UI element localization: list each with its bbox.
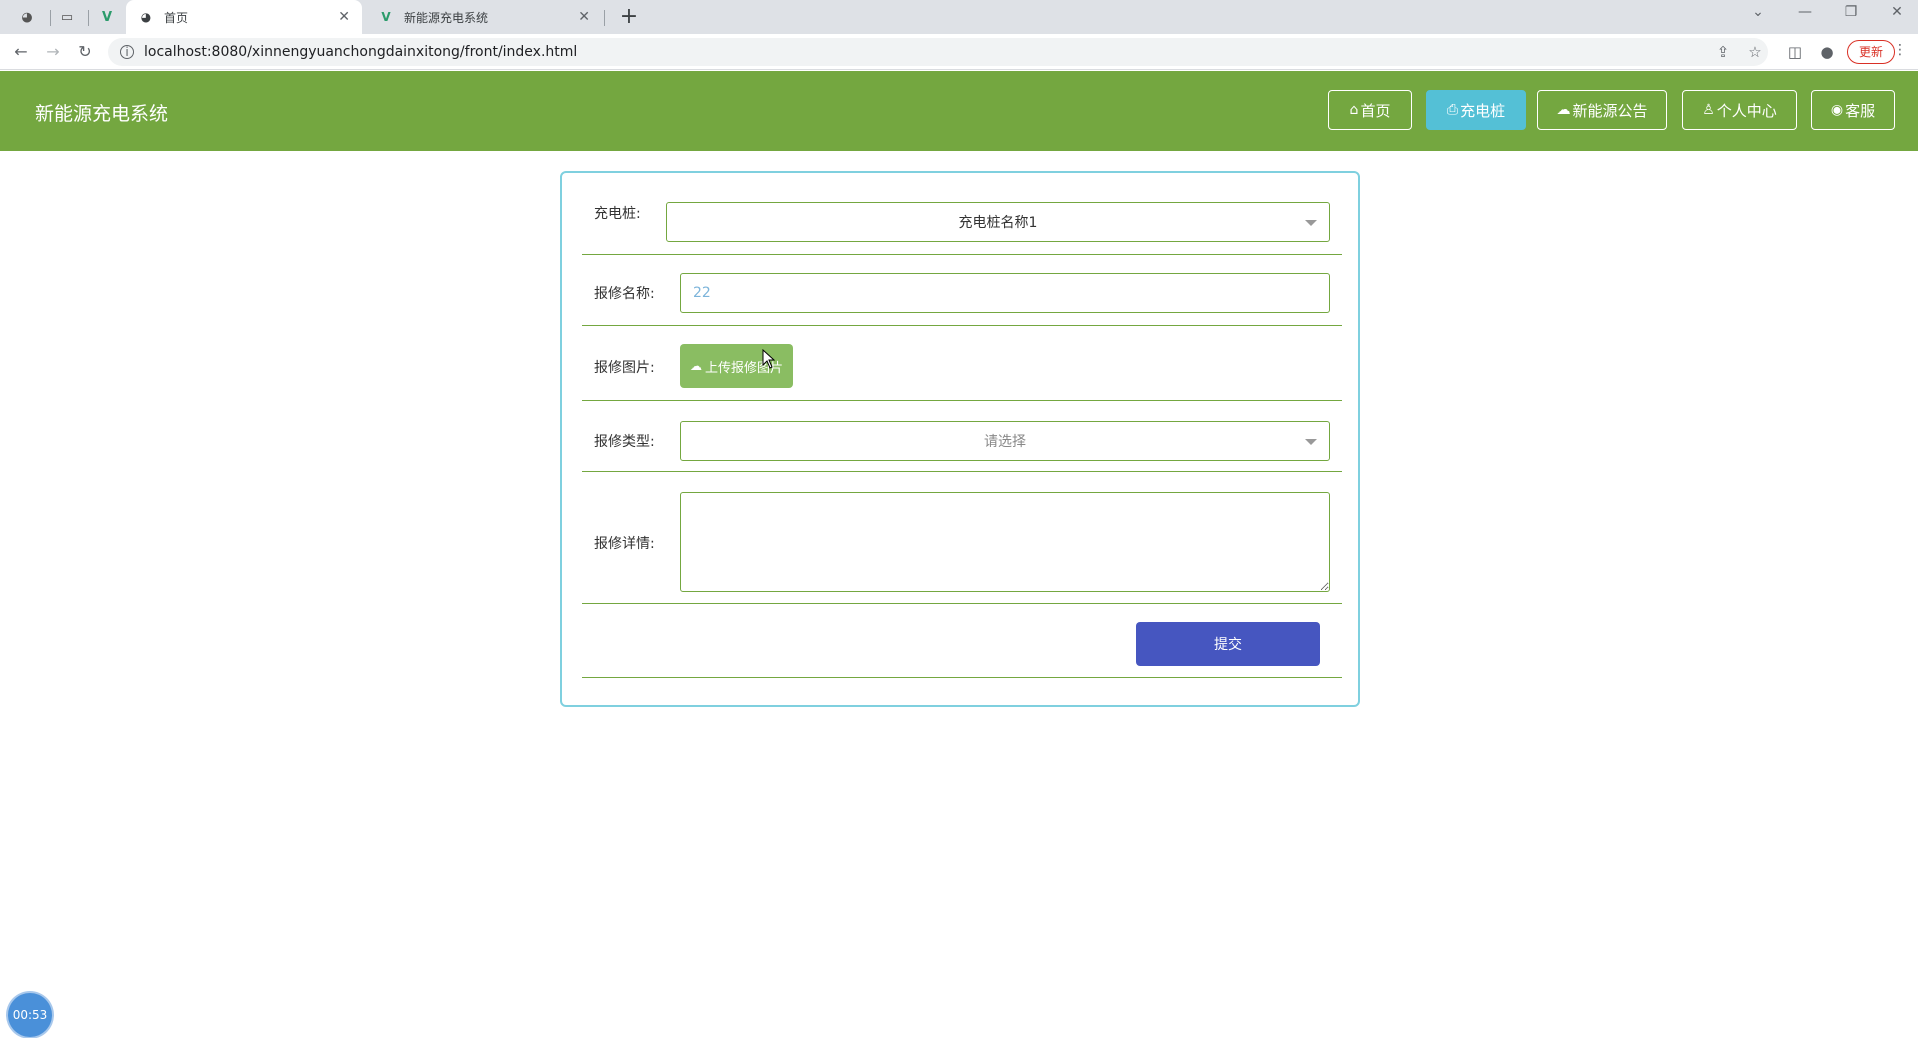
address-bar[interactable]: i localhost:8080/xinnengyuanchongdainxit… bbox=[108, 38, 1768, 66]
nav-label: 个人中心 bbox=[1716, 101, 1777, 120]
printer-icon: ⎙ bbox=[1446, 102, 1459, 118]
tab-separator bbox=[604, 10, 605, 26]
back-arrow-icon[interactable]: ← bbox=[10, 42, 32, 62]
station-label: 充电桩: bbox=[594, 206, 641, 222]
nav-charging-pile-button[interactable]: ⎙ 充电桩 bbox=[1426, 90, 1526, 130]
globe-icon: ◕ bbox=[140, 10, 152, 24]
tab-charging-system[interactable]: V 新能源充电系统 ✕ bbox=[366, 0, 602, 34]
submit-button[interactable]: 提交 bbox=[1136, 622, 1320, 666]
url-text: localhost:8080/xinnengyuanchongdainxiton… bbox=[144, 44, 578, 60]
reload-icon[interactable]: ↻ bbox=[74, 42, 96, 62]
form-row-name: 报修名称: bbox=[582, 255, 1342, 326]
tab-separator bbox=[50, 10, 51, 26]
repair-form-card: 充电桩: 充电桩名称1 报修名称: 报修图片: ☁ 上传报修图片 报修类型: 请… bbox=[560, 171, 1360, 707]
recording-timer[interactable]: 00:53 bbox=[8, 993, 52, 1037]
nav-announcement-button[interactable]: ☁ 新能源公告 bbox=[1537, 90, 1667, 130]
repair-image-label: 报修图片: bbox=[594, 360, 655, 376]
repair-detail-label: 报修详情: bbox=[594, 536, 655, 552]
update-button[interactable]: 更新 bbox=[1847, 40, 1895, 64]
user-icon: ♙ bbox=[1702, 102, 1715, 118]
info-icon[interactable]: i bbox=[120, 45, 134, 59]
nav-label: 客服 bbox=[1845, 101, 1876, 120]
app-title: 新能源充电系统 bbox=[35, 103, 169, 125]
browser-tab-bar: ◕ ▭ V ◕ 首页 ✕ V 新能源充电系统 ✕ + ⌄ — ❐ ✕ bbox=[0, 0, 1918, 34]
star-icon[interactable]: ☆ bbox=[1744, 42, 1766, 62]
menu-dots-icon[interactable]: ⋮ bbox=[1893, 42, 1907, 58]
new-tab-plus-icon[interactable]: + bbox=[616, 4, 642, 30]
station-select[interactable]: 充电桩名称1 bbox=[666, 202, 1330, 242]
nav-label: 首页 bbox=[1360, 101, 1391, 120]
window-close-icon[interactable]: ✕ bbox=[1882, 4, 1912, 20]
form-row-type: 报修类型: 请选择 bbox=[582, 401, 1342, 472]
nav-label: 充电桩 bbox=[1460, 101, 1506, 120]
tab-search-chevron-icon[interactable]: ⌄ bbox=[1743, 4, 1773, 20]
repair-type-label: 报修类型: bbox=[594, 434, 655, 450]
pinned-tab-page-icon[interactable]: ▭ bbox=[56, 7, 78, 27]
forward-arrow-icon[interactable]: → bbox=[42, 42, 64, 62]
repair-detail-textarea[interactable] bbox=[680, 492, 1330, 592]
tab-home[interactable]: ◕ 首页 ✕ bbox=[126, 0, 362, 34]
repair-name-input[interactable] bbox=[680, 273, 1330, 313]
share-icon[interactable]: ⇪ bbox=[1712, 42, 1734, 62]
profile-icon[interactable]: ● bbox=[1816, 42, 1838, 62]
minimize-icon[interactable]: — bbox=[1790, 4, 1820, 20]
repair-type-select[interactable]: 请选择 bbox=[680, 421, 1330, 461]
chevron-down-icon bbox=[1305, 220, 1317, 226]
side-panel-icon[interactable]: ◫ bbox=[1784, 42, 1806, 62]
pinned-tab-vue-icon[interactable]: V bbox=[96, 7, 118, 27]
chevron-down-icon bbox=[1305, 439, 1317, 445]
vue-icon: V bbox=[381, 10, 391, 24]
form-row-image: 报修图片: ☁ 上传报修图片 bbox=[582, 326, 1342, 401]
nav-customer-service-button[interactable]: ◉ 客服 bbox=[1811, 90, 1895, 130]
browser-toolbar: ← → ↻ i localhost:8080/xinnengyuanchongd… bbox=[0, 34, 1918, 70]
station-selected-value: 充电桩名称1 bbox=[958, 215, 1038, 231]
nav-home-button[interactable]: ⌂ 首页 bbox=[1328, 90, 1412, 130]
cloud-upload-icon: ☁ bbox=[690, 359, 702, 373]
pinned-tab-globe-icon[interactable]: ◕ bbox=[16, 7, 38, 27]
chat-icon: ◉ bbox=[1830, 102, 1844, 118]
mouse-cursor-icon bbox=[762, 349, 776, 369]
close-icon[interactable]: ✕ bbox=[338, 9, 350, 25]
cloud-icon: ☁ bbox=[1556, 102, 1571, 118]
form-row-station: 充电桩: 充电桩名称1 bbox=[582, 173, 1342, 255]
home-icon: ⌂ bbox=[1349, 102, 1359, 118]
close-icon[interactable]: ✕ bbox=[578, 9, 590, 25]
nav-label: 新能源公告 bbox=[1572, 101, 1648, 120]
app-header: 新能源充电系统 ⌂ 首页 ⎙ 充电桩 ☁ 新能源公告 ♙ 个人中心 ◉ 客服 bbox=[0, 71, 1918, 151]
form-row-detail: 报修详情: bbox=[582, 472, 1342, 604]
tab-separator bbox=[88, 10, 89, 26]
tab-title: 新能源充电系统 bbox=[404, 10, 489, 25]
upload-image-button[interactable]: ☁ 上传报修图片 bbox=[680, 344, 794, 388]
form-row-submit: 提交 bbox=[582, 604, 1342, 678]
tab-title: 首页 bbox=[164, 10, 189, 25]
restore-icon[interactable]: ❐ bbox=[1836, 4, 1866, 20]
nav-personal-center-button[interactable]: ♙ 个人中心 bbox=[1682, 90, 1797, 130]
repair-name-label: 报修名称: bbox=[594, 286, 655, 302]
repair-type-placeholder: 请选择 bbox=[984, 434, 1026, 450]
